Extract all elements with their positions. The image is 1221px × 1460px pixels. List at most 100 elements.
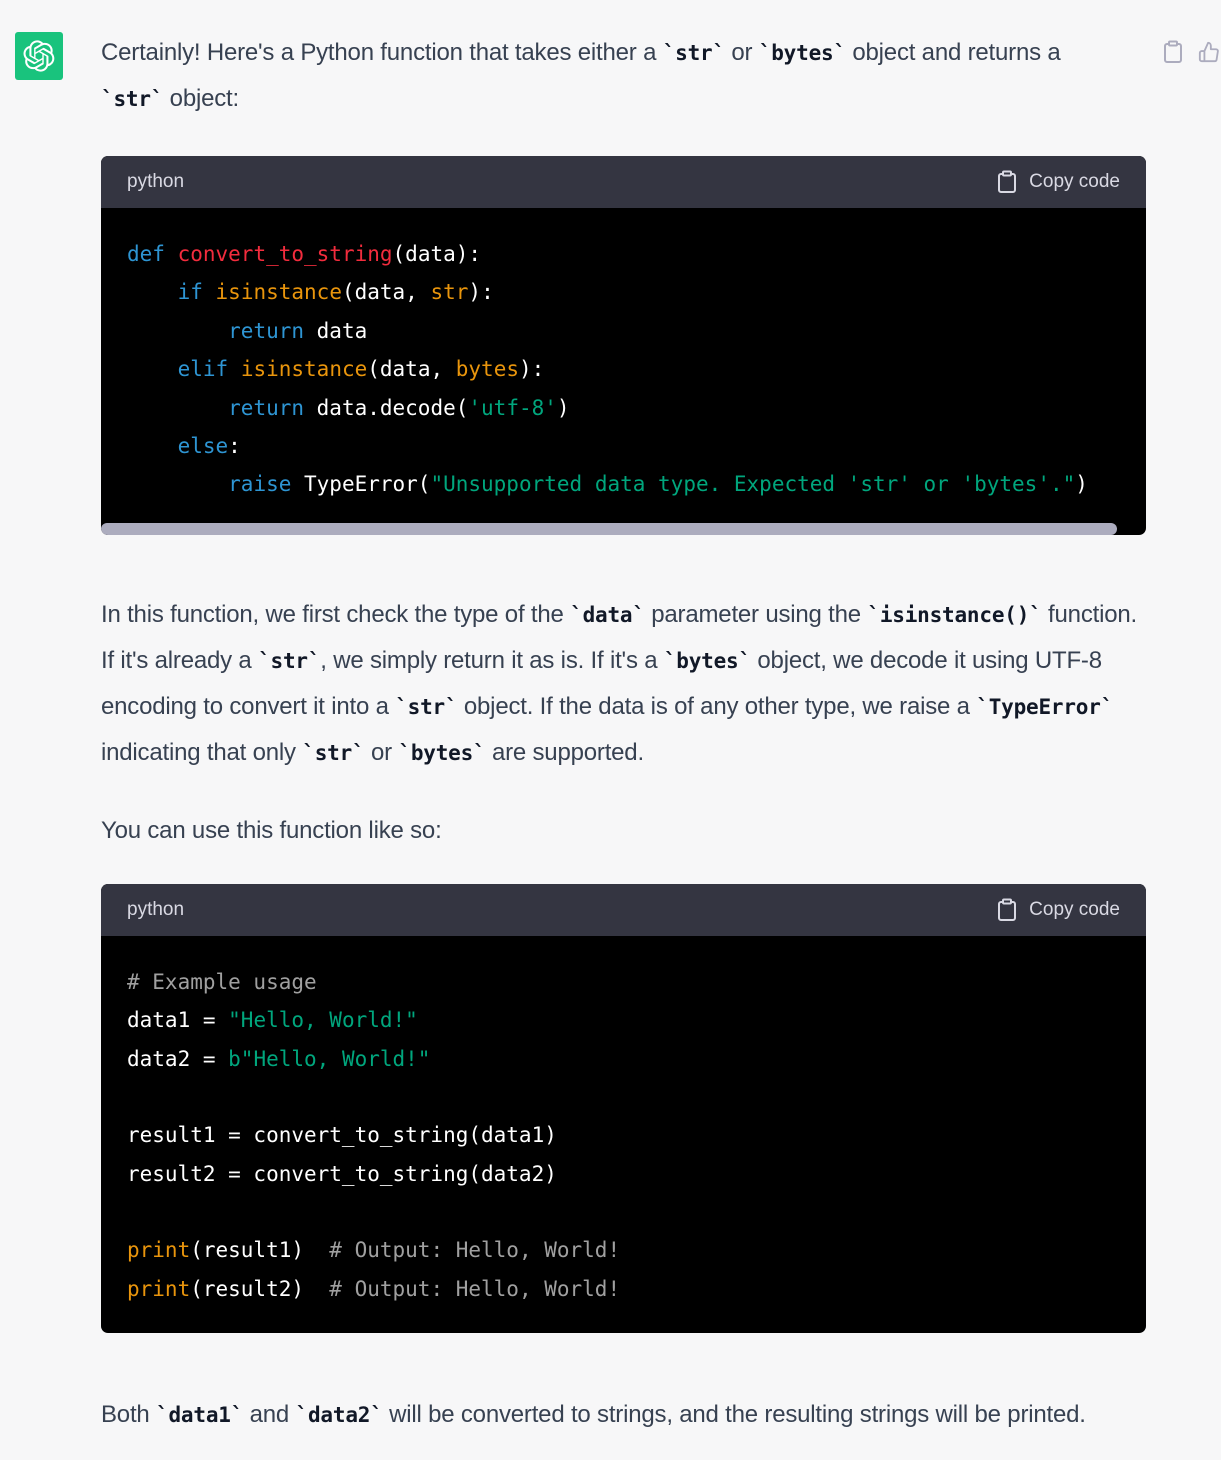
code-line: data2 = b"Hello, World!" bbox=[127, 1040, 1120, 1078]
inline-code: `str` bbox=[302, 740, 365, 765]
code-language-label: python bbox=[127, 171, 185, 192]
code-token: (result1) bbox=[190, 1238, 330, 1263]
copy-code-button[interactable]: Copy code bbox=[997, 170, 1120, 194]
code-token: "Unsupported data type. Expected 'str' o… bbox=[430, 472, 1076, 497]
code-token: "Hello, World!" bbox=[228, 1008, 418, 1033]
code-line: print(result2) # Output: Hello, World! bbox=[127, 1270, 1120, 1308]
code-token: (data, bbox=[341, 280, 431, 305]
code-token: str bbox=[430, 280, 469, 305]
inline-code: `data` bbox=[570, 602, 645, 627]
code-content: def convert_to_string(data): if isinstan… bbox=[101, 208, 1146, 523]
code-line: data1 = "Hello, World!" bbox=[127, 1001, 1120, 1039]
intro-text: object and returns a bbox=[845, 39, 1061, 66]
code-line: def convert_to_string(data): bbox=[127, 235, 1120, 273]
code-token: raise bbox=[228, 472, 292, 497]
code-token: # Output: Hello, World! bbox=[329, 1276, 621, 1301]
copy-code-button[interactable]: Copy code bbox=[997, 898, 1120, 922]
code-line: # Example usage bbox=[127, 963, 1120, 1001]
code-token: isinstance bbox=[215, 280, 342, 305]
openai-logo-icon bbox=[23, 40, 55, 72]
code-token: elif bbox=[177, 357, 229, 382]
conclusion-text: will be converted to strings, and the re… bbox=[382, 1401, 1086, 1429]
code-content: # Example usage data1 = "Hello, World!" da… bbox=[101, 936, 1146, 1334]
code-token: print bbox=[127, 1238, 191, 1263]
code-token: TypeError( bbox=[291, 472, 431, 497]
copy-code-label: Copy code bbox=[1029, 898, 1120, 920]
message-actions bbox=[1161, 38, 1221, 66]
inline-code: `bytes` bbox=[398, 740, 486, 765]
code-token: isinstance bbox=[240, 357, 368, 382]
code-token: result2 = convert_to_string(data2) bbox=[127, 1161, 557, 1186]
code-block-header: python Copy code bbox=[101, 883, 1146, 936]
usage-intro: You can use this function like so: bbox=[101, 816, 442, 844]
code-token: def bbox=[127, 242, 165, 266]
code-line: result1 = convert_to_string(data1) bbox=[127, 1116, 1120, 1154]
code-token: : bbox=[228, 433, 241, 458]
thumbs-up-button[interactable] bbox=[1197, 38, 1221, 66]
horizontal-scrollbar[interactable] bbox=[101, 522, 1146, 535]
conclusion-text: and bbox=[243, 1401, 296, 1429]
inline-code: `str` bbox=[258, 648, 321, 673]
code-token: ): bbox=[468, 280, 494, 305]
clipboard-icon bbox=[998, 898, 1017, 921]
copy-code-label: Copy code bbox=[1029, 171, 1120, 192]
code-block-1: python Copy code def convert_to_string(d… bbox=[101, 156, 1146, 535]
code-line: return data bbox=[127, 312, 1120, 350]
explanation-text: parameter using the bbox=[644, 600, 868, 628]
clipboard-icon bbox=[998, 170, 1017, 193]
code-line: else: bbox=[127, 427, 1120, 465]
code-token: (data, bbox=[367, 357, 456, 382]
code-token: return bbox=[228, 395, 305, 420]
inline-code: `data1` bbox=[156, 1403, 244, 1428]
inline-code: `data2` bbox=[295, 1403, 383, 1428]
scrollbar-thumb[interactable] bbox=[101, 522, 1117, 535]
code-line: return data.decode('utf-8') bbox=[127, 389, 1120, 427]
code-token: # Output: Hello, World! bbox=[329, 1238, 621, 1263]
explanation-text: In this function, we first check the typ… bbox=[101, 600, 571, 628]
code-token: (data): bbox=[392, 242, 482, 266]
copy-message-button[interactable] bbox=[1161, 38, 1185, 66]
code-line: result2 = convert_to_string(data2) bbox=[127, 1155, 1120, 1193]
code-token: data2 = bbox=[127, 1046, 229, 1071]
conclusion-text: Both bbox=[101, 1401, 157, 1429]
code-block-2: python Copy code # Example usage data1 = … bbox=[101, 883, 1146, 1334]
code-token: print bbox=[127, 1276, 191, 1301]
code-line: raise TypeError("Unsupported data type. … bbox=[127, 465, 1120, 503]
code-token: b"Hello, World!" bbox=[228, 1046, 431, 1071]
explanation-paragraph: In this function, we first check the typ… bbox=[101, 592, 1146, 776]
code-token: convert_to_string bbox=[177, 242, 393, 266]
intro-paragraph: Certainly! Here's a Python function that… bbox=[101, 30, 1146, 122]
code-token: 'utf-8' bbox=[468, 395, 557, 420]
code-language-label: python bbox=[127, 898, 185, 920]
intro-text: or bbox=[724, 39, 759, 66]
inline-code: `TypeError` bbox=[976, 694, 1114, 719]
code-token: ) bbox=[556, 395, 570, 420]
explanation-text: or bbox=[364, 738, 399, 766]
code-token: (result2) bbox=[190, 1276, 330, 1301]
code-token: result1 = convert_to_string(data1) bbox=[127, 1123, 557, 1148]
code-token: # Example usage bbox=[127, 969, 317, 994]
inline-code: `str` bbox=[101, 87, 164, 111]
conclusion-paragraph: Both `data1` and `data2` will be convert… bbox=[101, 1392, 1146, 1438]
intro-text: Certainly! Here's a Python function that… bbox=[101, 39, 663, 66]
inline-code: `str` bbox=[395, 694, 458, 719]
code-line: if isinstance(data, str): bbox=[127, 273, 1120, 311]
inline-code: `bytes` bbox=[663, 648, 751, 673]
clipboard-icon bbox=[1164, 40, 1182, 63]
inline-code: `isinstance()` bbox=[867, 602, 1042, 627]
thumbs-up-icon bbox=[1198, 41, 1219, 63]
code-line: elif isinstance(data, bytes): bbox=[127, 350, 1120, 388]
inline-code: `bytes` bbox=[758, 41, 846, 65]
explanation-text: , we simply return it as is. If it's a bbox=[320, 646, 664, 674]
